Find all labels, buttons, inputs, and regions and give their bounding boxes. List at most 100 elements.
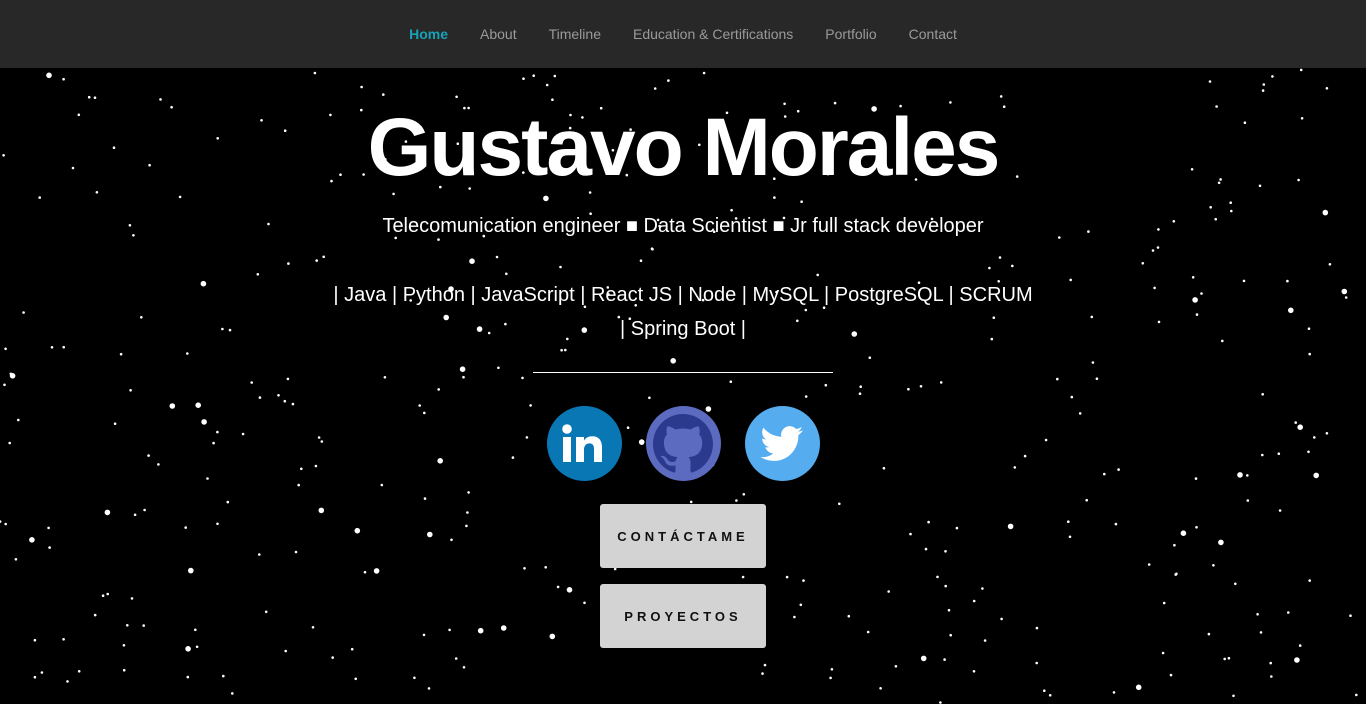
- star: [983, 639, 987, 642]
- star: [1341, 288, 1348, 295]
- star: [523, 567, 526, 570]
- star: [838, 502, 841, 506]
- nav-item-portfolio[interactable]: Portfolio: [809, 26, 892, 42]
- star: [735, 499, 738, 502]
- star: [802, 579, 805, 582]
- nav-item-home[interactable]: Home: [393, 26, 464, 42]
- star: [907, 387, 910, 391]
- star: [1307, 327, 1311, 331]
- star: [988, 266, 991, 270]
- star: [313, 71, 317, 75]
- star: [258, 553, 261, 556]
- star: [648, 396, 651, 400]
- navbar: Home About Timeline Education & Certific…: [0, 0, 1366, 68]
- github-icon: [653, 413, 713, 473]
- star: [544, 566, 547, 569]
- star: [858, 392, 862, 396]
- star: [1048, 694, 1052, 697]
- star: [521, 376, 524, 380]
- twitter-link[interactable]: [744, 406, 820, 481]
- star: [868, 356, 872, 360]
- star: [1112, 691, 1116, 694]
- star: [1200, 292, 1203, 295]
- star: [122, 668, 126, 672]
- nav-item-education[interactable]: Education & Certifications: [617, 26, 809, 42]
- nav-item-about[interactable]: About: [464, 26, 533, 42]
- star: [1191, 276, 1195, 279]
- star: [497, 366, 500, 370]
- star: [354, 527, 361, 534]
- star: [1256, 613, 1259, 616]
- star: [1221, 339, 1224, 343]
- star: [859, 385, 862, 389]
- star: [553, 74, 557, 78]
- star: [1161, 651, 1165, 655]
- star: [1234, 582, 1237, 586]
- star: [383, 376, 387, 379]
- linkedin-icon: [562, 423, 602, 462]
- star: [1035, 661, 1038, 665]
- star: [689, 500, 693, 504]
- star: [195, 645, 199, 649]
- star: [927, 520, 930, 524]
- star: [670, 358, 676, 364]
- star: [1261, 393, 1264, 396]
- star: [360, 85, 363, 89]
- star: [1135, 684, 1142, 691]
- star: [1223, 657, 1226, 661]
- nav-item-contact[interactable]: Contact: [893, 26, 973, 42]
- hero-tagline: Telecomunication engineer ■ Data Scienti…: [382, 215, 984, 237]
- star: [93, 613, 97, 617]
- star: [1000, 617, 1003, 621]
- star: [1156, 246, 1160, 249]
- star: [639, 259, 643, 262]
- star: [1328, 263, 1332, 266]
- projects-button[interactable]: PROYECTOS: [600, 584, 766, 648]
- star: [315, 259, 319, 262]
- star: [505, 272, 508, 276]
- star: [981, 587, 984, 590]
- star: [1299, 68, 1303, 72]
- star: [944, 550, 947, 553]
- star: [1286, 279, 1289, 283]
- star: [924, 547, 928, 551]
- star: [462, 375, 465, 379]
- star: [824, 383, 828, 387]
- nav-item-timeline[interactable]: Timeline: [533, 26, 617, 42]
- linkedin-link[interactable]: [546, 406, 622, 481]
- social-links: [0, 406, 1366, 481]
- star: [1271, 75, 1274, 78]
- star: [284, 649, 288, 653]
- star: [1151, 249, 1155, 252]
- star: [459, 366, 466, 373]
- star: [1095, 377, 1099, 381]
- github-link[interactable]: [645, 406, 721, 481]
- star: [1007, 523, 1014, 530]
- star: [4, 347, 7, 351]
- star: [949, 633, 952, 637]
- star: [33, 675, 37, 679]
- star: [729, 380, 733, 384]
- star: [286, 377, 290, 381]
- star: [653, 87, 657, 90]
- contact-button[interactable]: CONTÁCTAME: [600, 504, 766, 568]
- star: [1207, 632, 1211, 636]
- star: [466, 511, 469, 514]
- star: [1162, 601, 1166, 605]
- star: [1269, 661, 1272, 665]
- star: [331, 656, 335, 659]
- star: [564, 348, 567, 352]
- star: [363, 570, 367, 574]
- star: [583, 601, 586, 605]
- star: [3, 383, 6, 387]
- star: [119, 352, 123, 356]
- star: [287, 262, 290, 265]
- star: [130, 597, 134, 600]
- star: [761, 672, 764, 675]
- star: [793, 615, 796, 619]
- star: [264, 610, 268, 614]
- star: [1308, 352, 1311, 356]
- star: [126, 624, 129, 627]
- star: [413, 676, 416, 680]
- star: [47, 526, 50, 530]
